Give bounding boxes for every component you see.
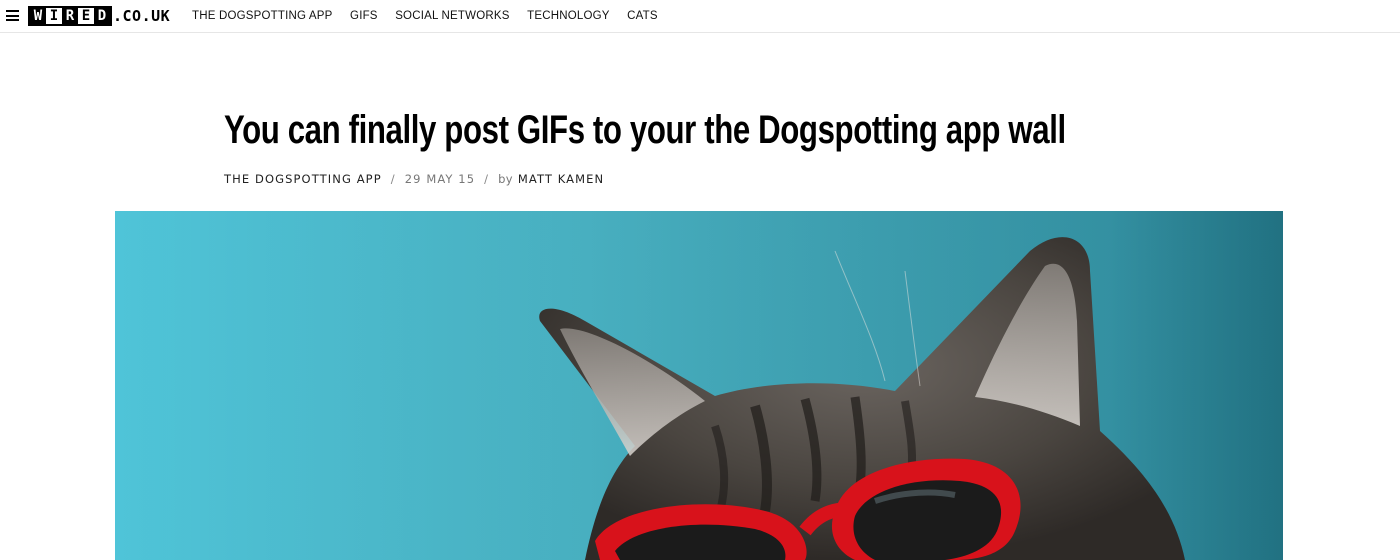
article-byline: THE DOGSPOTTING APP / 29 MAY 15 / by MAT… bbox=[224, 170, 604, 188]
byline-separator: / bbox=[390, 172, 396, 186]
logo-letter: D bbox=[94, 8, 110, 24]
nav-item-social-networks[interactable]: SOCIAL NETWORKS bbox=[395, 10, 509, 22]
cat-with-sunglasses-illustration bbox=[115, 211, 1283, 560]
nav-item-dogspotting-app[interactable]: THE DOGSPOTTING APP bbox=[192, 10, 333, 22]
site-logo[interactable]: W I R E D .CO.UK bbox=[28, 6, 170, 26]
logo-domain-suffix: .CO.UK bbox=[113, 7, 171, 25]
byline-separator: / bbox=[484, 172, 490, 186]
hero-image bbox=[115, 211, 1283, 560]
main-nav: THE DOGSPOTTING APP GIFS SOCIAL NETWORKS… bbox=[192, 0, 675, 32]
nav-item-cats[interactable]: CATS bbox=[627, 10, 658, 22]
hamburger-menu-icon[interactable] bbox=[6, 10, 19, 21]
top-navigation-bar: W I R E D .CO.UK THE DOGSPOTTING APP GIF… bbox=[0, 0, 1400, 33]
nav-item-gifs[interactable]: GIFS bbox=[350, 10, 378, 22]
logo-letter: R bbox=[62, 8, 78, 24]
nav-item-technology[interactable]: TECHNOLOGY bbox=[527, 10, 610, 22]
logo-wordmark: W I R E D bbox=[28, 6, 112, 26]
logo-letter: I bbox=[46, 8, 62, 24]
logo-letter: W bbox=[30, 8, 46, 24]
article-title: You can finally post GIFs to your the Do… bbox=[224, 108, 1066, 152]
logo-letter: E bbox=[78, 8, 94, 24]
byline-author-link[interactable]: MATT KAMEN bbox=[518, 172, 604, 186]
byline-section-link[interactable]: THE DOGSPOTTING APP bbox=[224, 172, 382, 186]
byline-by-label: by bbox=[498, 172, 513, 186]
byline-date: 29 MAY 15 bbox=[404, 172, 476, 186]
